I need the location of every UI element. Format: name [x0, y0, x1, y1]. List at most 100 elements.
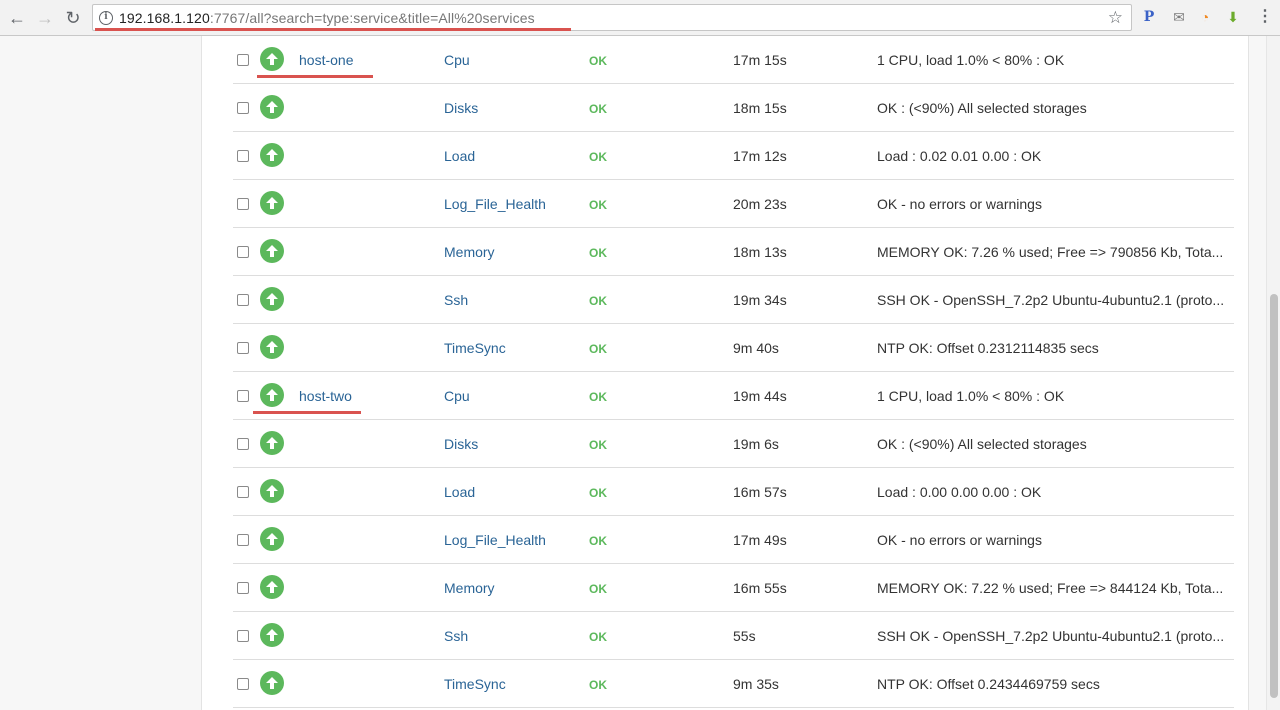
- service-link[interactable]: Memory: [444, 244, 495, 260]
- duration-value: 17m 49s: [733, 532, 787, 548]
- status-badge: OK: [589, 486, 607, 500]
- url-annotation-underline: [95, 28, 571, 31]
- output-text: MEMORY OK: 7.26 % used; Free => 790856 K…: [877, 244, 1224, 260]
- output-text: OK - no errors or warnings: [877, 196, 1042, 212]
- row-checkbox[interactable]: [237, 150, 249, 162]
- mail-icon[interactable]: ✉: [1170, 8, 1188, 26]
- row-checkbox[interactable]: [237, 54, 249, 66]
- service-link[interactable]: Log_File_Health: [444, 532, 546, 548]
- url-host: 192.168.1.120: [119, 10, 210, 26]
- rss-icon[interactable]: ◔: [1196, 8, 1214, 26]
- table-row: Memory OK 18m 13s MEMORY OK: 7.26 % used; F…: [233, 228, 1234, 276]
- service-link[interactable]: Disks: [444, 436, 478, 452]
- status-up-icon: [260, 671, 284, 695]
- host-annotation-underline: [253, 411, 361, 414]
- service-link[interactable]: Load: [444, 484, 475, 500]
- row-checkbox[interactable]: [237, 390, 249, 402]
- status-badge: OK: [589, 294, 607, 308]
- scrollbar-thumb[interactable]: [1270, 294, 1278, 698]
- service-link[interactable]: Log_File_Health: [444, 196, 546, 212]
- table-row: Ssh OK 19m 34s SSH OK - OpenSSH_7.2p2 Ubunt…: [233, 276, 1234, 324]
- output-text: 1 CPU, load 1.0% < 80% : OK: [877, 388, 1065, 404]
- star-icon[interactable]: ☆: [1108, 8, 1123, 28]
- page-content: host-one Cpu OK 17m 15s 1 CPU, load 1.0% < 8…: [0, 36, 1280, 710]
- row-checkbox[interactable]: [237, 198, 249, 210]
- row-checkbox[interactable]: [237, 438, 249, 450]
- table-row: Memory OK 16m 55s MEMORY OK: 7.22 % used; F…: [233, 564, 1234, 612]
- status-up-icon: [260, 527, 284, 551]
- output-text: SSH OK - OpenSSH_7.2p2 Ubuntu-4ubuntu2.1…: [877, 292, 1225, 308]
- status-up-icon: [260, 479, 284, 503]
- status-badge: OK: [589, 246, 607, 260]
- row-checkbox[interactable]: [237, 630, 249, 642]
- status-badge: OK: [589, 150, 607, 164]
- status-up-icon: [260, 623, 284, 647]
- menu-icon[interactable]: ⋮: [1256, 8, 1274, 26]
- row-checkbox[interactable]: [237, 678, 249, 690]
- service-link[interactable]: Cpu: [444, 52, 470, 68]
- duration-value: 19m 44s: [733, 388, 787, 404]
- service-link[interactable]: TimeSync: [444, 340, 506, 356]
- row-checkbox[interactable]: [237, 582, 249, 594]
- service-link[interactable]: Cpu: [444, 388, 470, 404]
- service-link[interactable]: Load: [444, 148, 475, 164]
- service-link[interactable]: Ssh: [444, 292, 468, 308]
- reload-icon[interactable]: ↻: [62, 7, 84, 29]
- table-row: Disks OK 18m 15s OK : (<90%) All selected s…: [233, 84, 1234, 132]
- download-icon[interactable]: ⬇: [1224, 8, 1242, 26]
- status-badge: OK: [589, 534, 607, 548]
- url-text[interactable]: 192.168.1.120:7767/all?search=type:servi…: [119, 10, 535, 26]
- output-text: OK : (<90%) All selected storages: [877, 436, 1087, 452]
- scrollbar[interactable]: [1266, 36, 1280, 710]
- row-checkbox[interactable]: [237, 534, 249, 546]
- status-up-icon: [260, 47, 284, 71]
- status-badge: OK: [589, 390, 607, 404]
- duration-value: 16m 57s: [733, 484, 787, 500]
- output-text: Load : 0.00 0.00 0.00 : OK: [877, 484, 1042, 500]
- url-path: :7767/all?search=type:service&title=All%…: [209, 10, 535, 26]
- table-row: Log_File_Health OK 17m 49s OK - no errors o…: [233, 516, 1234, 564]
- status-badge: OK: [589, 102, 607, 116]
- row-checkbox[interactable]: [237, 486, 249, 498]
- output-text: SSH OK - OpenSSH_7.2p2 Ubuntu-4ubuntu2.1…: [877, 628, 1225, 644]
- output-text: OK : (<90%) All selected storages: [877, 100, 1087, 116]
- extension-icon[interactable]: P: [1140, 8, 1158, 26]
- duration-value: 55s: [733, 628, 756, 644]
- status-up-icon: [260, 335, 284, 359]
- status-badge: OK: [589, 630, 607, 644]
- table-row: host-one Cpu OK 17m 15s 1 CPU, load 1.0% < 8…: [233, 36, 1234, 84]
- service-link[interactable]: Ssh: [444, 628, 468, 644]
- duration-value: 20m 23s: [733, 196, 787, 212]
- address-bar[interactable]: i 192.168.1.120:7767/all?search=type:ser…: [92, 4, 1132, 31]
- service-link[interactable]: TimeSync: [444, 676, 506, 692]
- status-up-icon: [260, 143, 284, 167]
- status-up-icon: [260, 191, 284, 215]
- status-up-icon: [260, 239, 284, 263]
- duration-value: 16m 55s: [733, 580, 787, 596]
- row-checkbox[interactable]: [237, 342, 249, 354]
- row-checkbox[interactable]: [237, 102, 249, 114]
- service-link[interactable]: Disks: [444, 100, 478, 116]
- forward-arrow-icon[interactable]: →: [34, 7, 56, 29]
- output-text: 1 CPU, load 1.0% < 80% : OK: [877, 52, 1065, 68]
- output-text: Load : 0.02 0.01 0.00 : OK: [877, 148, 1042, 164]
- services-table: host-one Cpu OK 17m 15s 1 CPU, load 1.0% < 8…: [233, 36, 1234, 708]
- duration-value: 18m 13s: [733, 244, 787, 260]
- output-text: MEMORY OK: 7.22 % used; Free => 844124 K…: [877, 580, 1224, 596]
- host-link[interactable]: host-one: [299, 52, 353, 68]
- output-text: NTP OK: Offset 0.2312114835 secs: [877, 340, 1099, 356]
- status-up-icon: [260, 431, 284, 455]
- duration-value: 9m 35s: [733, 676, 779, 692]
- host-annotation-underline: [257, 75, 373, 78]
- table-row: host-two Cpu OK 19m 44s 1 CPU, load 1.0% < 8…: [233, 372, 1234, 420]
- row-checkbox[interactable]: [237, 294, 249, 306]
- duration-value: 9m 40s: [733, 340, 779, 356]
- host-link[interactable]: host-two: [299, 388, 352, 404]
- back-arrow-icon[interactable]: ←: [6, 7, 28, 29]
- status-up-icon: [260, 287, 284, 311]
- table-row: Load OK 16m 57s Load : 0.00 0.00 0.00 : OK: [233, 468, 1234, 516]
- info-icon[interactable]: i: [99, 11, 113, 25]
- row-checkbox[interactable]: [237, 246, 249, 258]
- duration-value: 17m 15s: [733, 52, 787, 68]
- service-link[interactable]: Memory: [444, 580, 495, 596]
